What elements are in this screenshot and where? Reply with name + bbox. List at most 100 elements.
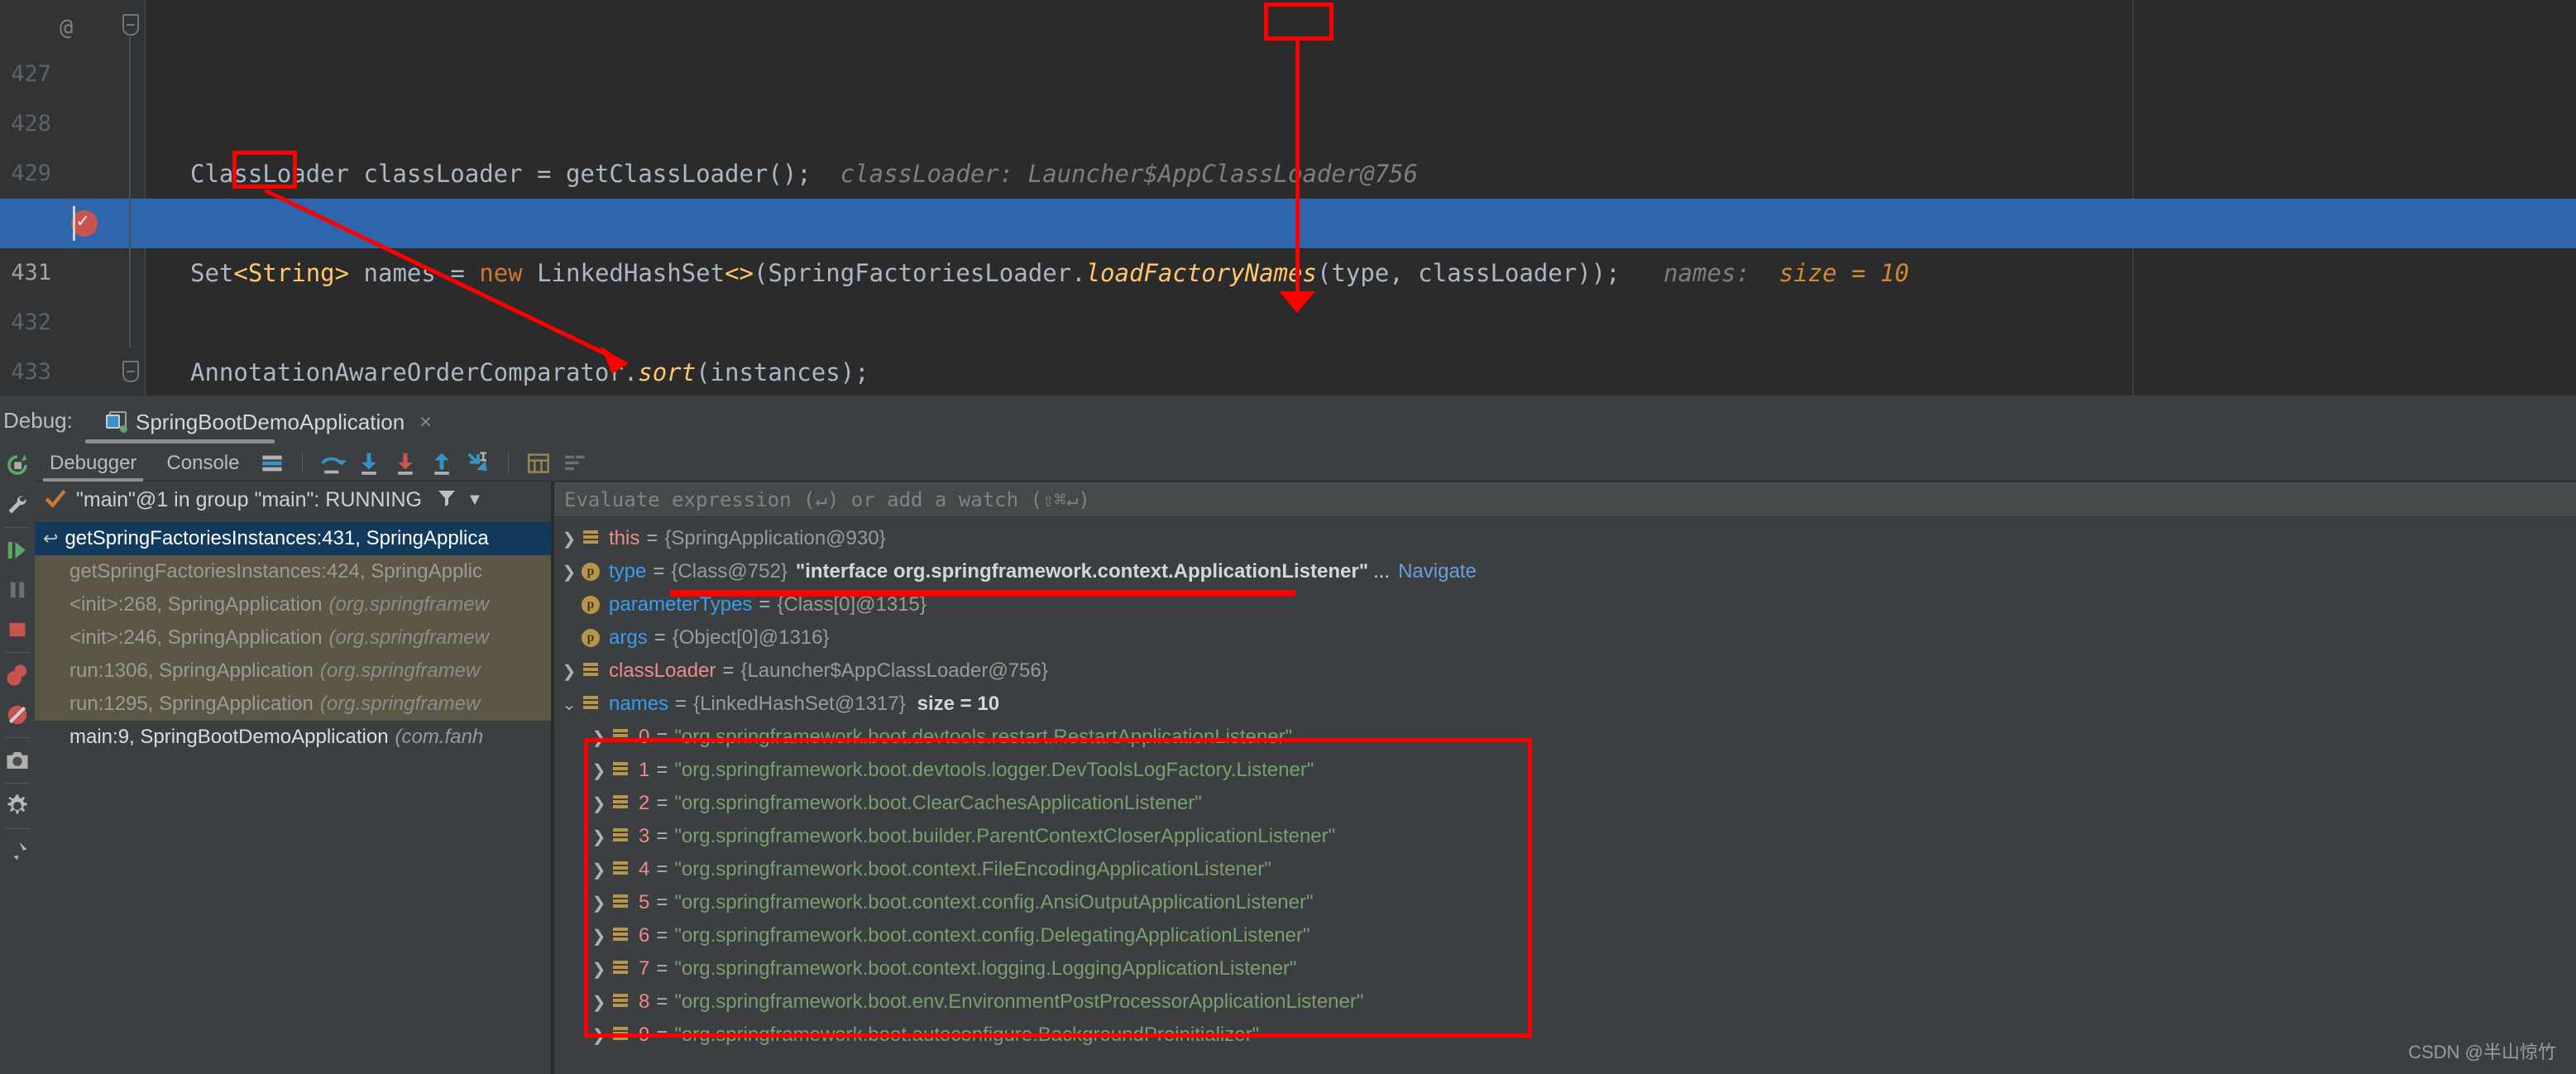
names-entry-row[interactable]: ❯ 4 = "org.springframework.boot.context.… (554, 853, 2576, 886)
frame-row[interactable]: run:1306, SpringApplication (org.springf… (35, 654, 551, 688)
entry-index: 6 (639, 924, 650, 947)
evaluate-expression-input[interactable]: Evaluate expression (↵) or add a watch (… (554, 482, 2576, 517)
variable-row-this[interactable]: ❯ this = {SpringApplication@930} (554, 522, 2576, 555)
close-icon[interactable]: × (419, 410, 432, 434)
edit-configuration-wrench-icon[interactable] (0, 485, 35, 525)
debug-window-title: Debug: (3, 408, 73, 433)
code-line-427[interactable]: 427 @ private <T> Collection<T> getSprin… (0, 0, 2576, 237)
layout-settings-icon[interactable] (254, 445, 290, 482)
frame-row[interactable]: <init>:268, SpringApplication (org.sprin… (35, 588, 551, 621)
variable-row-classloader[interactable]: ❯ classLoader = {Launcher$AppClassLoader… (554, 654, 2576, 688)
entry-value: "org.springframework.boot.autoconfigure.… (674, 1024, 1260, 1046)
chevron-right-icon[interactable]: ❯ (589, 727, 609, 748)
run-to-cursor-icon[interactable] (460, 445, 496, 482)
names-entry-row[interactable]: ❯ 2 = "org.springframework.boot.ClearCac… (554, 787, 2576, 820)
chevron-right-icon[interactable]: ❯ (589, 926, 609, 947)
thread-selector[interactable]: "main"@1 in group "main": RUNNING ▼ (35, 482, 551, 517)
resume-program-icon[interactable] (0, 530, 35, 570)
names-entry-row[interactable]: ❯ 0 = "org.springframework.boot.devtools… (554, 721, 2576, 754)
view-breakpoints-icon[interactable] (0, 655, 35, 695)
frames-list[interactable]: ↩ getSpringFactoriesInstances:431, Sprin… (35, 522, 551, 754)
evaluate-expression-icon[interactable] (520, 445, 557, 482)
toolbar-separator (5, 652, 30, 653)
step-out-icon[interactable] (424, 445, 460, 482)
names-entry-row[interactable]: ❯ 3 = "org.springframework.boot.builder.… (554, 820, 2576, 853)
navigate-link[interactable]: Navigate (1398, 560, 1477, 583)
chevron-right-icon[interactable]: ❯ (559, 661, 579, 682)
chevron-right-icon[interactable]: ❯ (589, 827, 609, 847)
entry-index: 3 (639, 825, 650, 847)
frames-pane[interactable]: "main"@1 in group "main": RUNNING ▼ ↩ ge… (35, 482, 551, 1074)
run-configuration-tab[interactable]: SpringBootDemoApplication × (106, 402, 432, 442)
frame-row[interactable]: ↩ getSpringFactoriesInstances:431, Sprin… (35, 522, 551, 555)
debug-left-toolbar[interactable] (0, 445, 35, 1074)
variable-row-parametertypes[interactable]: ❯ p parameterTypes = {Class[0]@1315} (554, 588, 2576, 621)
debugger-toolbar[interactable]: Debugger Console (35, 445, 2576, 482)
local-variable-icon (579, 663, 602, 679)
chevron-right-icon[interactable]: ❯ (589, 1025, 609, 1046)
step-into-icon[interactable] (351, 445, 387, 482)
code-line-434[interactable]: 434 } (0, 348, 2576, 396)
frame-row[interactable]: getSpringFactoriesInstances:424, SpringA… (35, 555, 551, 588)
code-line-430[interactable]: 430 Set<String> names = new LinkedHashSe… (0, 149, 2576, 287)
names-entry-row[interactable]: ❯ 5 = "org.springframework.boot.context.… (554, 886, 2576, 919)
variable-row-type[interactable]: ❯ p type = {Class@752} "interface org.sp… (554, 555, 2576, 588)
threads-and-variables-icon[interactable] (557, 445, 593, 482)
filter-icon[interactable] (437, 488, 457, 512)
names-entry-row[interactable]: ❯ 7 = "org.springframework.boot.context.… (554, 952, 2576, 985)
chevron-down-icon[interactable]: ▼ (467, 491, 483, 510)
code-editor[interactable]: 427 @ private <T> Collection<T> getSprin… (0, 0, 2576, 396)
stop-icon[interactable] (0, 610, 35, 650)
pause-program-icon[interactable] (0, 570, 35, 610)
names-entry-row[interactable]: ❯ 1 = "org.springframework.boot.devtools… (554, 754, 2576, 787)
frame-label: getSpringFactoriesInstances:431, SpringA… (65, 527, 489, 549)
code-line-431-current[interactable]: 431 ✓ List<T> instances = createSpringFa… (0, 199, 2576, 285)
chevron-right-icon[interactable]: ❯ (559, 529, 579, 549)
variables-pane[interactable]: Evaluate expression (↵) or add a watch (… (554, 482, 2576, 1074)
chevron-right-icon[interactable]: ❯ (589, 959, 609, 980)
pin-tab-icon[interactable] (0, 832, 35, 871)
chevron-right-icon[interactable]: ❯ (589, 760, 609, 781)
thread-label: "main"@1 in group "main": RUNNING (76, 487, 422, 511)
variable-value: {Class@752} (671, 560, 788, 583)
step-over-icon[interactable] (314, 445, 351, 482)
equals-sign: = (646, 527, 658, 549)
frame-label: run:1295, SpringApplication (69, 693, 314, 715)
frame-row[interactable]: main:9, SpringBootDemoApplication (com.f… (35, 721, 551, 754)
camera-snapshot-icon[interactable] (0, 741, 35, 780)
frame-row[interactable]: <init>:246, SpringApplication (org.sprin… (35, 621, 551, 654)
chevron-right-icon[interactable]: ❯ (589, 860, 609, 880)
code-line-429[interactable]: 429 // Use names and ensure unique to pr… (0, 99, 2576, 237)
variables-tree[interactable]: ❯ this = {SpringApplication@930} ❯ p typ… (554, 522, 2576, 1052)
code-line-428[interactable]: 428 ClassLoader classLoader = getClassLo… (0, 50, 2576, 188)
fold-marker-end-icon[interactable] (122, 361, 139, 382)
mute-breakpoints-icon[interactable] (0, 695, 35, 735)
frame-package: (org.springframew (319, 693, 481, 715)
fold-marker-icon[interactable] (122, 14, 139, 36)
layout-gear-icon[interactable] (0, 786, 35, 826)
variable-row-args[interactable]: ❯ p args = {Object[0]@1316} (554, 621, 2576, 654)
equals-sign: = (656, 759, 668, 781)
variable-value: {LinkedHashSet@1317} (693, 693, 906, 715)
entry-index: 7 (639, 957, 650, 980)
code-line-433[interactable]: 433 return instances; (0, 298, 2576, 385)
chevron-right-icon[interactable]: ❯ (589, 794, 609, 814)
equals-sign: = (656, 825, 668, 847)
frame-label: run:1306, SpringApplication (69, 659, 314, 682)
rerun-icon[interactable] (0, 445, 35, 485)
equals-sign: = (656, 891, 668, 913)
names-entry-row[interactable]: ❯ 9 = "org.springframework.boot.autoconf… (554, 1019, 2576, 1052)
code-line-432[interactable]: 432 AnnotationAwareOrderComparator.sort(… (0, 248, 2576, 386)
variable-row-names[interactable]: ⌄ names = {LinkedHashSet@1317} size = 10 (554, 688, 2576, 721)
names-entry-row[interactable]: ❯ 6 = "org.springframework.boot.context.… (554, 919, 2576, 952)
frame-row[interactable]: run:1295, SpringApplication (org.springf… (35, 688, 551, 721)
chevron-right-icon[interactable]: ❯ (589, 992, 609, 1013)
tab-console[interactable]: Console (151, 445, 254, 482)
text-caret (73, 206, 75, 241)
force-step-into-icon[interactable] (387, 445, 424, 482)
chevron-right-icon[interactable]: ❯ (589, 893, 609, 913)
names-entry-row[interactable]: ❯ 8 = "org.springframework.boot.env.Envi… (554, 985, 2576, 1019)
chevron-right-icon[interactable]: ❯ (559, 562, 579, 583)
tab-debugger[interactable]: Debugger (35, 445, 151, 482)
chevron-down-icon[interactable]: ⌄ (559, 694, 579, 715)
